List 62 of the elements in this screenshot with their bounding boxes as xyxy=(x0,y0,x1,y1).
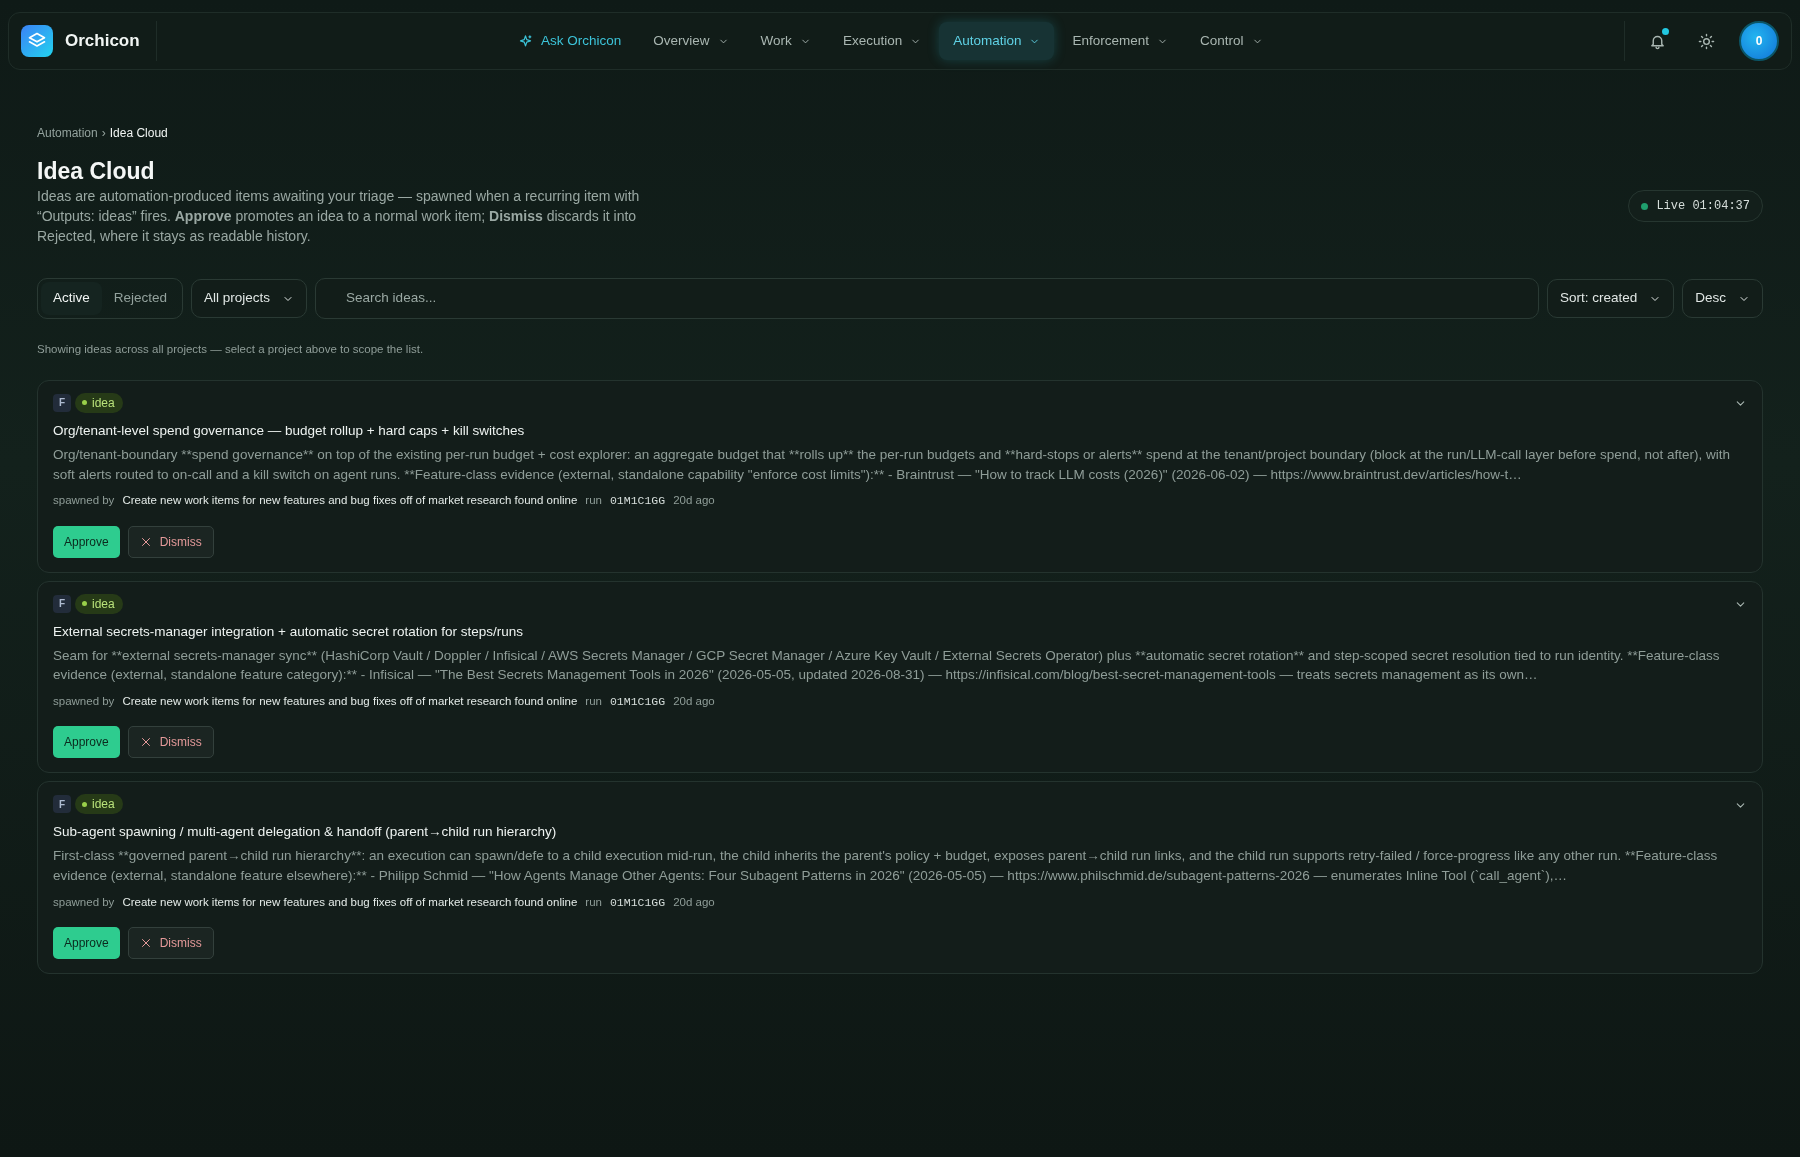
dismiss-button[interactable]: Dismiss xyxy=(127,926,214,959)
nav-item[interactable]: Automation xyxy=(939,21,1055,61)
idea-tag: idea xyxy=(75,393,123,413)
breadcrumb-current: Idea Cloud xyxy=(109,125,168,142)
filter-tab[interactable]: Active xyxy=(41,282,102,315)
status-dot xyxy=(1641,203,1649,210)
run-id: 01M1C1GG xyxy=(609,894,666,911)
scope-note: Showing ideas across all projects — select a project above to scope the list. xyxy=(37,341,425,357)
idea-tag: idea xyxy=(75,593,123,614)
sparkle-icon xyxy=(518,33,534,49)
idea-title: External secrets-manager integration + automatic secret rotation for steps/runs xyxy=(53,622,525,641)
dismiss-button[interactable]: Dismiss xyxy=(127,525,214,558)
run-label: run xyxy=(585,493,602,509)
approve-button[interactable]: Approve xyxy=(53,926,120,959)
type-badge: F xyxy=(53,594,71,613)
dismiss-button[interactable]: Dismiss xyxy=(127,726,214,759)
page-description: Ideas are automation-produced items awaiting your triage — spawned when a recurring item with “Outputs: ideas” fires. Approve promotes an idea to a normal work item; Dismiss discards it into Rejected, where it stays as readable history. xyxy=(37,186,641,247)
x-icon xyxy=(139,936,152,949)
approve-button[interactable]: Approve xyxy=(53,525,120,558)
idea-title: Sub-agent spawning / multi-agent delegation & handoff (parent→child run hierarchy) xyxy=(53,823,558,842)
nav-item[interactable]: Execution xyxy=(828,21,936,61)
type-badge: F xyxy=(53,394,71,412)
x-icon xyxy=(139,736,152,749)
source-name: Create new work items for new features and bug fixes off of market research found online xyxy=(122,894,578,910)
sort-select[interactable]: Sort: created xyxy=(1546,279,1675,318)
breadcrumb-link[interactable]: Automation xyxy=(37,124,98,142)
x-icon xyxy=(139,535,152,548)
age: 20d ago xyxy=(673,894,715,910)
sun-icon xyxy=(1698,33,1715,51)
idea-title: Org/tenant-level spend governance — budget rollup + hard caps + kill switches xyxy=(53,422,526,440)
bell-icon xyxy=(1649,33,1666,51)
approve-button[interactable]: Approve xyxy=(53,726,120,759)
nav-item[interactable]: Work xyxy=(746,21,825,61)
brand-name: Orchicon xyxy=(65,30,140,53)
nav-item[interactable]: Overview xyxy=(639,21,743,61)
run-label: run xyxy=(585,694,602,709)
logo-icon xyxy=(21,25,53,57)
page-title: Idea Cloud xyxy=(37,158,156,186)
idea-description: First-class **governed parent→child run hierarchy**: an execution can spawn/defe to a child execution mid-run, the child inherits the parent's policy + budget, exposes parent→child run links, and the child run supports retry-failed / force-progress like any other run. **Feature-class evidence (external, standalone feature elsewhere):** - Philipp Schmid — "How Agents Manage Other Agents: Four Subagent Patterns in 2026" (2026-05-05) — https://www.philschmid.de/subagent-patterns-2026 — enumerates Inline Tool (`call_agent`),… xyxy=(53,847,1719,886)
source-name: Create new work items for new features and bug fixes off of market research found online xyxy=(122,493,578,509)
run-id: 01M1C1GG xyxy=(609,493,666,510)
age: 20d ago xyxy=(673,694,715,709)
order-select[interactable]: Desc xyxy=(1682,279,1763,318)
run-label: run xyxy=(585,894,602,910)
age: 20d ago xyxy=(673,493,715,509)
idea-tag: idea xyxy=(75,794,123,815)
nav-item[interactable]: Ask Orchicon xyxy=(504,21,636,61)
filter-tab[interactable]: Rejected xyxy=(101,282,180,315)
spawned-label: spawned by xyxy=(53,493,115,509)
project-select[interactable]: All projects xyxy=(191,279,308,318)
search-field[interactable]: Search ideas... xyxy=(315,278,1539,319)
type-badge: F xyxy=(53,795,71,814)
nav-item[interactable]: Control xyxy=(1186,21,1277,61)
run-id: 01M1C1GG xyxy=(609,694,666,710)
nav-item[interactable]: Enforcement xyxy=(1058,21,1182,61)
idea-description: Org/tenant-boundary **spend governance** on top of the existing per-run budget + cost explorer: an aggregate budget that **rolls up** the per-run budgets and **hard-stops or alerts** spend at the tenant/project boundary (block at the run/LLM-call layer before spend, not after), with soft alerts routed to on-call and a kill switch on agent runs. **Feature-class evidence (external, standalone capability "enforce cost limits"):** - Braintrust — "How to track LLM costs (2026)" (2026-06-02) — https://www.braintrust.dev/articles/how-t… xyxy=(53,446,1731,484)
breadcrumb-separator: › xyxy=(101,125,106,142)
spawned-label: spawned by xyxy=(53,694,115,709)
idea-description: Seam for **external secrets-manager sync** (HashiCorp Vault / Doppler / Infisical / AWS Secrets Manager / GCP Secret Manager / Azure Key Vault / External Secrets Operator) plus **automatic secret rotation** and step-scoped secret resolution tied to run identity. **Feature-class evidence (external, standalone feature category):** - Infisical — "The Best Secrets Management Tools in 2026" (2026-05-05, updated 2026-08-31) — https://infisical.com/blog/best-secret-management-tools — treats secrets management as its own… xyxy=(53,646,1721,685)
spawned-label: spawned by xyxy=(53,894,115,910)
live-indicator: Live 01:04:37 xyxy=(1628,190,1763,223)
source-name: Create new work items for new features and bug fixes off of market research found online xyxy=(122,694,578,709)
